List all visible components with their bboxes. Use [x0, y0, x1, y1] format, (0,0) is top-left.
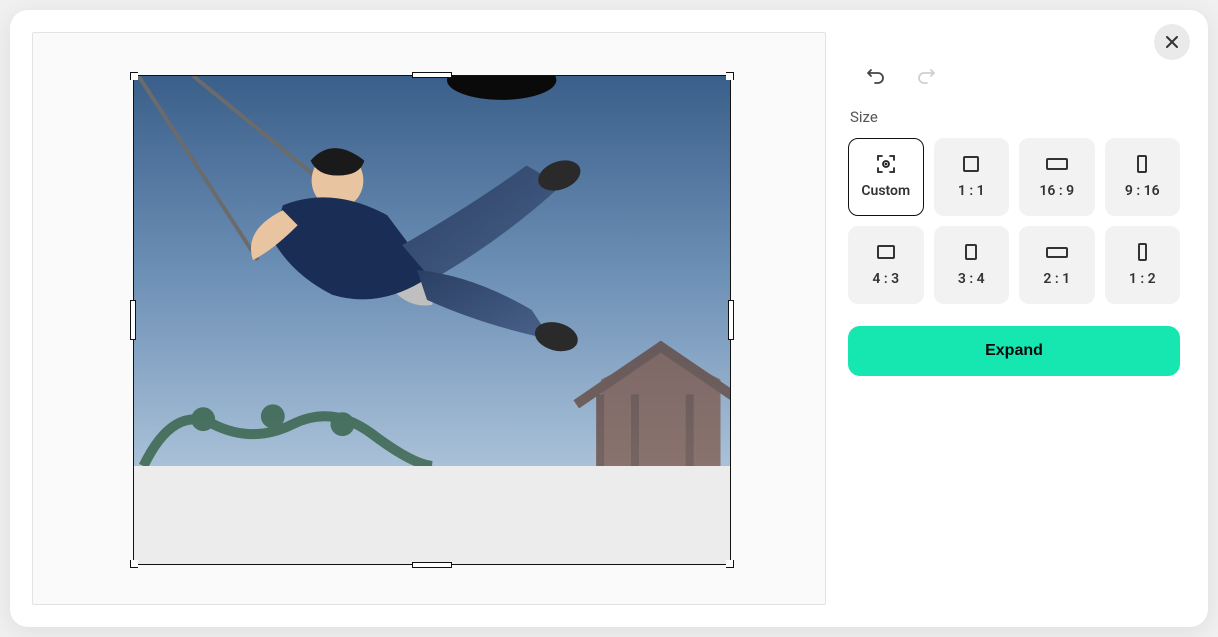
- size-option-1-1[interactable]: 1 : 1: [934, 138, 1010, 216]
- ratio-icon: [1130, 243, 1154, 261]
- ratio-icon: [959, 243, 983, 261]
- ratio-icon: [1045, 155, 1069, 173]
- size-option-label: 9 : 16: [1125, 183, 1160, 199]
- controls-pane: Size Custom 1 : 1 16 : 9 9 : 16 4 : 3 3 : 4 2 …: [848, 10, 1208, 627]
- crop-handle-bottom[interactable]: [412, 562, 452, 568]
- size-option-4-3[interactable]: 4 : 3: [848, 226, 924, 304]
- crop-handle-tr[interactable]: [726, 72, 734, 80]
- close-icon: [1164, 34, 1180, 50]
- size-option-label: 4 : 3: [872, 271, 899, 287]
- undo-button[interactable]: [864, 66, 888, 90]
- undo-icon: [866, 68, 886, 88]
- size-option-1-2[interactable]: 1 : 2: [1105, 226, 1181, 304]
- size-option-label: 16 : 9: [1039, 183, 1074, 199]
- custom-size-icon: [874, 155, 898, 173]
- crop-handle-left[interactable]: [130, 300, 136, 340]
- size-option-custom[interactable]: Custom: [848, 138, 924, 216]
- size-option-label: 2 : 1: [1043, 271, 1070, 287]
- expand-button-label: Expand: [985, 342, 1043, 359]
- redo-button: [914, 66, 938, 90]
- crop-handle-tl[interactable]: [130, 72, 138, 80]
- size-option-label: Custom: [861, 183, 910, 199]
- crop-handle-top[interactable]: [412, 72, 452, 78]
- size-option-2-1[interactable]: 2 : 1: [1019, 226, 1095, 304]
- size-option-3-4[interactable]: 3 : 4: [934, 226, 1010, 304]
- canvas-pane: [10, 10, 848, 627]
- expand-modal: Size Custom 1 : 1 16 : 9 9 : 16 4 : 3 3 : 4 2 …: [10, 10, 1208, 627]
- ratio-icon: [959, 155, 983, 173]
- redo-icon: [916, 68, 936, 88]
- size-option-16-9[interactable]: 16 : 9: [1019, 138, 1095, 216]
- crop-handle-right[interactable]: [728, 300, 734, 340]
- size-option-label: 1 : 1: [958, 183, 985, 199]
- expand-region: [134, 466, 730, 564]
- ratio-icon: [1045, 243, 1069, 261]
- close-button[interactable]: [1154, 24, 1190, 60]
- size-options-grid: Custom 1 : 1 16 : 9 9 : 16 4 : 3 3 : 4 2 : 1 1 …: [848, 138, 1180, 304]
- size-section-label: Size: [850, 108, 1180, 126]
- source-image: [134, 76, 730, 466]
- crop-handle-br[interactable]: [726, 560, 734, 568]
- ratio-icon: [1130, 155, 1154, 173]
- crop-handle-bl[interactable]: [130, 560, 138, 568]
- size-option-label: 3 : 4: [958, 271, 985, 287]
- size-option-9-16[interactable]: 9 : 16: [1105, 138, 1181, 216]
- crop-frame[interactable]: [133, 75, 731, 565]
- image-canvas[interactable]: [32, 32, 826, 605]
- history-controls: [864, 66, 1180, 90]
- expand-button[interactable]: Expand: [848, 326, 1180, 376]
- size-option-label: 1 : 2: [1129, 271, 1156, 287]
- ratio-icon: [874, 243, 898, 261]
